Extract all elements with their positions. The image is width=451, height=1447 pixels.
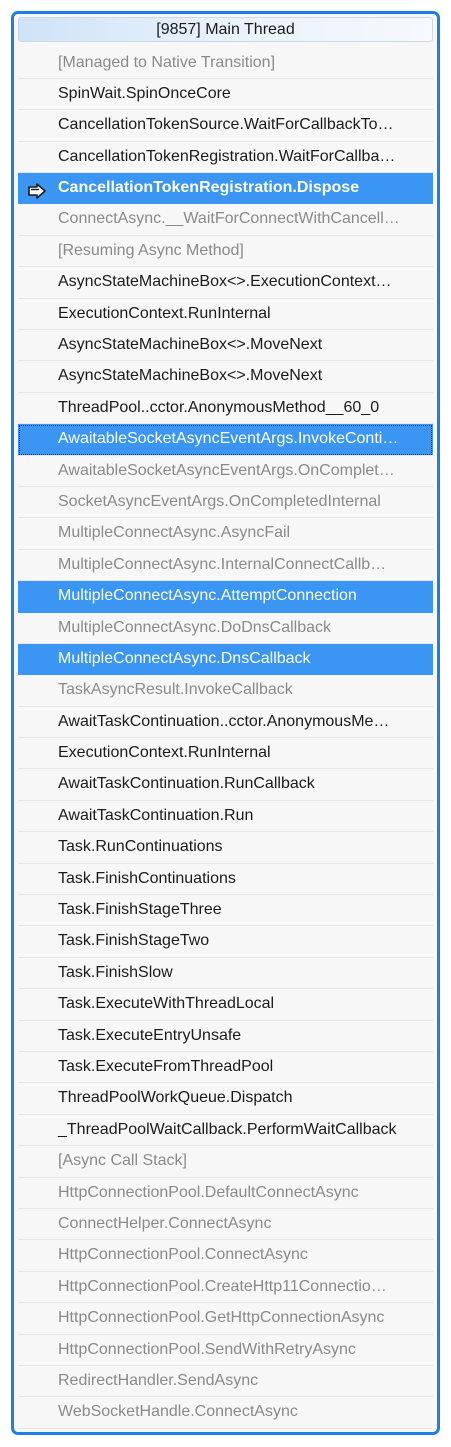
stack-frame[interactable]: Task.ExecuteFromThreadPool	[18, 1052, 433, 1084]
stack-frame-label: CancellationTokenRegistration.Dispose	[58, 179, 360, 197]
stack-frame-label: AsyncStateMachineBox<>.ExecutionContext…	[58, 273, 392, 291]
stack-frame-label: ConnectHelper.ConnectAsync	[58, 1214, 272, 1232]
stack-frame-label: CancellationTokenRegistration.WaitForCal…	[58, 147, 396, 165]
stack-frame-label: MultipleConnectAsync.DnsCallback	[58, 649, 311, 667]
stack-frame[interactable]: ExecutionContext.RunInternal	[18, 738, 433, 770]
stack-frame-label: Task.RunContinuations	[58, 838, 223, 856]
stack-frame-label: RedirectHandler.SendAsync	[58, 1371, 259, 1389]
stack-frame[interactable]: _ThreadPoolWaitCallback.PerformWaitCallb…	[18, 1115, 433, 1147]
stack-frame-label: HttpConnectionPool.ConnectAsync	[58, 1246, 308, 1264]
stack-frame[interactable]: [Managed to Native Transition]	[18, 48, 433, 79]
stack-frame-label: MultipleConnectAsync.AttemptConnection	[58, 587, 357, 605]
stack-frame-label: [Managed to Native Transition]	[58, 53, 276, 71]
stack-frame-label: ExecutionContext.RunInternal	[58, 744, 271, 762]
stack-frame-label: SocketAsyncEventArgs.OnCompletedInternal	[58, 492, 381, 510]
stack-frame[interactable]: CancellationTokenRegistration.WaitForCal…	[18, 142, 433, 174]
stack-frame-label: HttpConnectionPool.GetHttpConnectionAsyn…	[58, 1309, 385, 1327]
stack-frame[interactable]: MultipleConnectAsync.AttemptConnection	[18, 581, 433, 613]
stack-frame-label: AsyncStateMachineBox<>.MoveNext	[58, 367, 323, 385]
stack-frame-label: Task.FinishStageThree	[58, 901, 222, 919]
stack-frame[interactable]: ThreadPool..cctor.AnonymousMethod__60_0	[18, 393, 433, 425]
stack-frame[interactable]: AsyncStateMachineBox<>.MoveNext	[18, 330, 433, 362]
stack-frame-label: CancellationTokenSource.WaitForCallbackT…	[58, 116, 394, 134]
stack-frame-label: [Resuming Async Method]	[58, 241, 244, 259]
stack-frame[interactable]: Task.RunContinuations	[18, 832, 433, 864]
stack-frame-label: WebSocketHandle.ConnectAsync	[58, 1403, 298, 1421]
stack-frame[interactable]: AsyncStateMachineBox<>.ExecutionContext…	[18, 267, 433, 299]
stack-frame[interactable]: Task.ExecuteWithThreadLocal	[18, 989, 433, 1021]
stack-frame[interactable]: AwaitableSocketAsyncEventArgs.InvokeCont…	[18, 424, 433, 456]
stack-frame-label: HttpConnectionPool.CreateHttp11Connectio…	[58, 1277, 387, 1295]
stack-frame[interactable]: AsyncStateMachineBox<>.MoveNext	[18, 361, 433, 393]
stack-frame-list: [Managed to Native Transition] SpinWait.S…	[18, 48, 433, 1429]
thread-node-header[interactable]: [9857] Main Thread	[18, 17, 433, 42]
stack-frame-label: ThreadPoolWorkQueue.Dispatch	[58, 1089, 293, 1107]
stack-frame[interactable]: RedirectHandler.SendAsync	[18, 1366, 433, 1398]
stack-frame-label: _ThreadPoolWaitCallback.PerformWaitCallb…	[58, 1120, 397, 1138]
stack-frame-label: ConnectAsync.__WaitForConnectWithCancell…	[58, 210, 400, 228]
stack-frame-label: ThreadPool..cctor.AnonymousMethod__60_0	[58, 398, 380, 416]
stack-frame[interactable]: HttpConnectionPool.GetHttpConnectionAsyn…	[18, 1303, 433, 1335]
stack-frame[interactable]: [Resuming Async Method]	[18, 236, 433, 268]
stack-frame[interactable]: [Async Call Stack]	[18, 1146, 433, 1178]
stack-frame-label: SpinWait.SpinOnceCore	[58, 84, 231, 102]
stack-frame-label: HttpConnectionPool.SendWithRetryAsync	[58, 1340, 356, 1358]
stack-frame[interactable]: MultipleConnectAsync.InternalConnectCall…	[18, 550, 433, 582]
stack-frame[interactable]: Task.FinishStageThree	[18, 895, 433, 927]
stack-frame-label: AwaitableSocketAsyncEventArgs.InvokeCont…	[58, 430, 399, 448]
stack-frame[interactable]: Task.FinishStageTwo	[18, 926, 433, 958]
stack-frame-label: TaskAsyncResult.InvokeCallback	[58, 681, 293, 699]
stack-frame[interactable]: SpinWait.SpinOnceCore	[18, 79, 433, 111]
stack-frame-label: Task.ExecuteEntryUnsafe	[58, 1026, 242, 1044]
thread-title: [9857] Main Thread	[156, 21, 295, 38]
stack-frame-label: HttpConnectionPool.DefaultConnectAsync	[58, 1183, 359, 1201]
stack-frame[interactable]: HttpConnectionPool.ConnectAsync	[18, 1240, 433, 1272]
stack-frame-label: AsyncStateMachineBox<>.MoveNext	[58, 336, 323, 354]
stack-frame-label: Task.FinishSlow	[58, 963, 173, 981]
stack-frame[interactable]: MultipleConnectAsync.DoDnsCallback	[18, 613, 433, 644]
stack-frame[interactable]: TaskAsyncResult.InvokeCallback	[18, 675, 433, 707]
stack-frame-label: Task.FinishStageTwo	[58, 932, 210, 950]
stack-frame[interactable]: ConnectHelper.ConnectAsync	[18, 1209, 433, 1241]
stack-frame[interactable]: AwaitTaskContinuation.RunCallback	[18, 769, 433, 801]
stack-frame[interactable]: AwaitTaskContinuation.Run	[18, 801, 433, 833]
parallel-stacks-thread-node: [9857] Main Thread [Managed to Native Tr…	[11, 11, 440, 1435]
stack-frame[interactable]: HttpConnectionPool.CreateHttp11Connectio…	[18, 1272, 433, 1304]
stack-frame-label: AwaitTaskContinuation..cctor.AnonymousMe…	[58, 712, 390, 730]
stack-frame-label: Task.FinishContinuations	[58, 869, 236, 887]
stack-frame[interactable]: WebSocketHandle.ConnectAsync	[18, 1397, 433, 1429]
stack-frame-label: AwaitableSocketAsyncEventArgs.OnComplet…	[58, 461, 395, 479]
stack-frame-label: Task.ExecuteWithThreadLocal	[58, 995, 275, 1013]
stack-frame-label: ExecutionContext.RunInternal	[58, 304, 271, 322]
stack-frame-label: MultipleConnectAsync.InternalConnectCall…	[58, 555, 387, 573]
stack-frame-label: AwaitTaskContinuation.Run	[58, 806, 254, 824]
stack-frame-label: MultipleConnectAsync.DoDnsCallback	[58, 618, 332, 636]
stack-frame[interactable]: HttpConnectionPool.DefaultConnectAsync	[18, 1178, 433, 1209]
stack-frame-label: [Async Call Stack]	[58, 1152, 187, 1170]
stack-frame-label: AwaitTaskContinuation.RunCallback	[58, 775, 315, 793]
stack-frame[interactable]: Task.ExecuteEntryUnsafe	[18, 1021, 433, 1052]
stack-frame[interactable]: ConnectAsync.__WaitForConnectWithCancell…	[18, 204, 433, 236]
stack-frame-label: Task.ExecuteFromThreadPool	[58, 1058, 274, 1075]
stack-frame[interactable]: MultipleConnectAsync.AsyncFail	[18, 518, 433, 550]
stack-frame[interactable]: Task.FinishContinuations	[18, 864, 433, 896]
stack-frame-label: MultipleConnectAsync.AsyncFail	[58, 524, 291, 542]
stack-frame[interactable]: MultipleConnectAsync.DnsCallback	[18, 643, 433, 676]
stack-frame[interactable]: CancellationTokenRegistration.Dispose	[18, 173, 433, 205]
stack-frame[interactable]: ExecutionContext.RunInternal	[18, 299, 433, 331]
stack-frame[interactable]: HttpConnectionPool.SendWithRetryAsync	[18, 1335, 433, 1366]
current-frame-arrow-icon	[27, 180, 47, 199]
stack-frame[interactable]: AwaitTaskContinuation..cctor.AnonymousMe…	[18, 707, 433, 739]
stack-frame[interactable]: Task.FinishSlow	[18, 958, 433, 990]
stack-frame[interactable]: CancellationTokenSource.WaitForCallbackT…	[18, 110, 433, 142]
stack-frame[interactable]: ThreadPoolWorkQueue.Dispatch	[18, 1083, 433, 1115]
stack-frame[interactable]: SocketAsyncEventArgs.OnCompletedInternal	[18, 487, 433, 519]
stack-frame[interactable]: AwaitableSocketAsyncEventArgs.OnComplet…	[18, 456, 433, 487]
